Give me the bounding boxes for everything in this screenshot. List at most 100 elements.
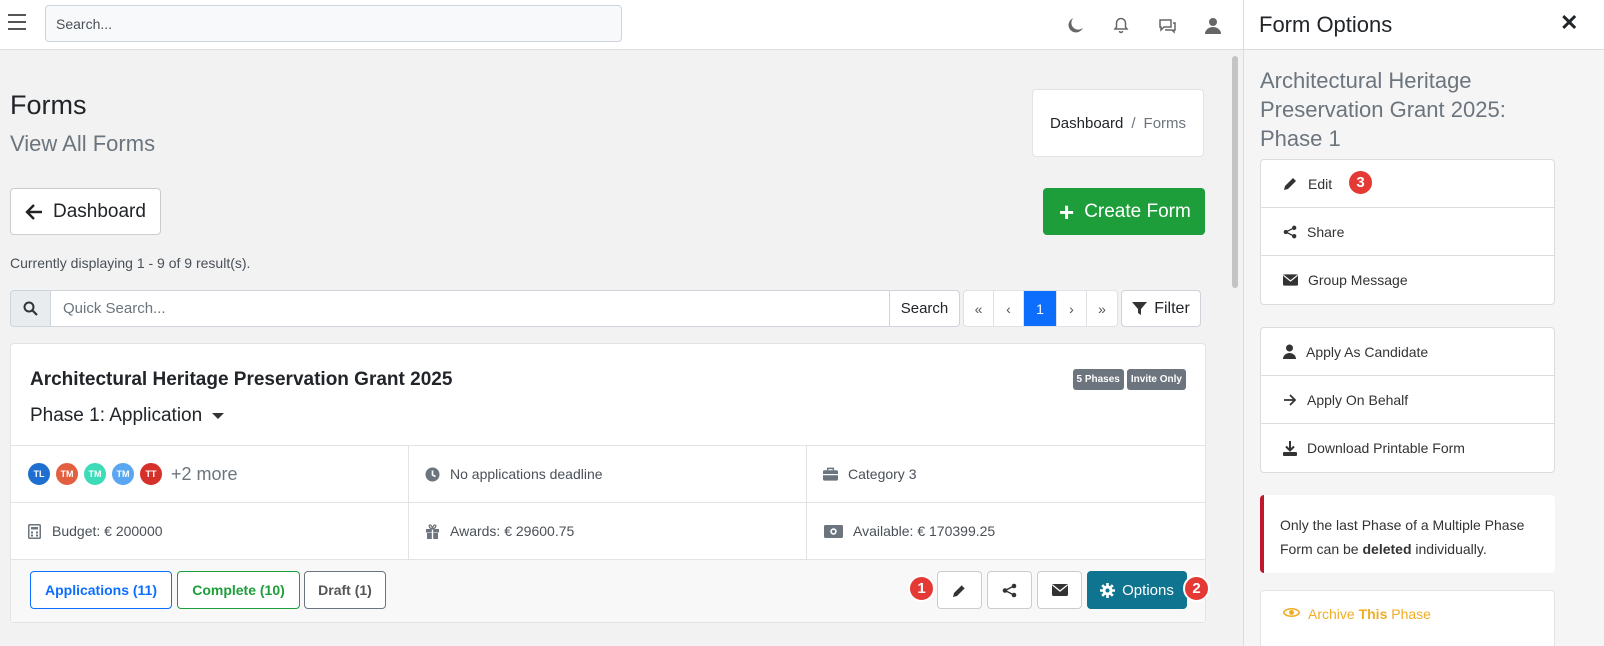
archive-label: Archive [1308,606,1359,622]
category-cell: Category 3 [807,446,1205,502]
top-bar [0,0,1243,50]
share-icon [1002,583,1017,597]
moon-icon[interactable] [1062,12,1088,38]
envelope-icon [1283,274,1298,286]
avatar[interactable]: TM [83,462,107,486]
available-text: Available: € 170399.25 [853,523,996,539]
download-icon [1283,440,1297,456]
user-icon [1283,344,1296,359]
briefcase-icon [823,467,838,481]
close-icon[interactable]: ✕ [1560,10,1578,36]
assignees-cell: TL TM TM TM TT +2 more [11,446,409,502]
deadline-text: No applications deadline [450,466,603,482]
budget-cell: Budget: € 200000 [11,503,409,559]
more-assignees[interactable]: +2 more [171,464,238,485]
eye-icon [1283,607,1300,618]
filter-button[interactable]: Filter [1121,290,1201,327]
page-subtitle: View All Forms [10,131,156,156]
edit-form-button[interactable] [937,571,982,609]
side-form-title: Architectural Heritage Preservation Gran… [1260,68,1506,151]
avatar[interactable]: TL [27,462,51,486]
options-label: Options [1122,581,1174,599]
search-button[interactable]: Search [890,290,960,327]
gear-icon [1100,582,1116,598]
apply-on-behalf-label: Apply On Behalf [1307,391,1409,408]
quick-search-input[interactable] [51,290,890,327]
pencil-icon [953,584,966,597]
back-to-dashboard-button[interactable]: Dashboard [10,188,161,235]
share-option[interactable]: Share [1261,208,1554,256]
awards-text: Awards: € 29600.75 [450,523,575,539]
draft-button[interactable]: Draft (1) [304,571,386,609]
phase-label: Phase 1: Application [30,405,203,426]
email-form-button[interactable] [1037,571,1082,609]
available-cell: Available: € 170399.25 [807,503,1205,559]
complete-button[interactable]: Complete (10) [177,571,300,609]
breadcrumb-home[interactable]: Dashboard [1050,115,1123,132]
avatar[interactable]: TM [111,462,135,486]
global-search-input[interactable] [45,5,622,42]
page-last[interactable]: » [1087,291,1117,326]
deadline-cell: No applications deadline [409,446,807,502]
breadcrumb-separator: / [1131,114,1136,132]
alert-bold-text: deleted [1362,541,1412,557]
step-marker-2: 2 [1183,575,1210,602]
page-first[interactable]: « [964,291,994,326]
edit-option-label: Edit [1308,175,1333,192]
arrow-left-icon [25,203,42,220]
search-icon [10,290,51,327]
page-title: Forms [10,90,87,120]
gift-icon [425,523,440,539]
page-next[interactable]: › [1057,291,1087,326]
filter-label: Filter [1154,299,1190,317]
page-prev[interactable]: ‹ [994,291,1024,326]
awards-cell: Awards: € 29600.75 [409,503,807,559]
back-button-label: Dashboard [53,200,146,222]
download-printable-form-label: Download Printable Form [1307,440,1465,456]
invite-only-badge: Invite Only [1126,369,1186,390]
step-marker-1: 1 [908,575,935,602]
stats-row: TL TM TM TM TT +2 more No applications d… [11,446,1205,503]
page-current[interactable]: 1 [1024,291,1057,326]
card-footer: Applications (11) Complete (10) Draft (1… [11,560,1205,622]
share-icon [1283,225,1297,238]
quick-search-group: Search [10,290,960,327]
result-count: Currently displaying 1 - 9 of 9 result(s… [10,255,251,271]
avatar[interactable]: TM [55,462,79,486]
phase-dropdown[interactable]: Phase 1: Application [30,405,225,427]
filter-icon [1132,302,1148,315]
archive-phase-button[interactable]: Archive This Phase [1260,590,1555,646]
user-icon[interactable] [1200,12,1226,38]
side-panel-title: Form Options [1259,12,1393,37]
share-form-button[interactable] [987,571,1032,609]
form-title: Architectural Heritage Preservation Gran… [30,369,453,390]
calculator-icon [27,523,42,539]
archive-bold-label: This [1358,606,1388,622]
top-icons [1062,12,1226,38]
bell-icon[interactable] [1108,12,1134,38]
menu-icon[interactable] [8,14,26,30]
chat-icon[interactable] [1154,12,1180,38]
form-actions-group: Edit 3 Share Group Message [1260,159,1555,305]
scrollbar[interactable] [1228,50,1242,646]
edit-option[interactable]: Edit 3 [1261,160,1554,208]
avatar-group: TL TM TM TM TT +2 more [27,462,238,486]
create-form-button[interactable]: + Create Form [1043,188,1205,235]
form-stats-grid: TL TM TM TM TT +2 more No applications d… [11,445,1205,560]
apply-as-candidate-label: Apply As Candidate [1306,343,1429,360]
side-panel-header: Form Options ✕ [1244,0,1604,50]
apply-as-candidate-option[interactable]: Apply As Candidate [1261,328,1554,376]
applications-button[interactable]: Applications (11) [30,571,172,609]
alert-text-end: individually. [1411,541,1487,557]
download-printable-form-option[interactable]: Download Printable Form [1261,424,1554,472]
form-options-panel: Form Options ✕ Architectural Heritage Pr… [1243,0,1604,646]
phases-badge: 5 Phases [1072,369,1124,390]
breadcrumb: Dashboard / Forms [1032,89,1204,157]
avatar[interactable]: TT [139,462,163,486]
group-message-label: Group Message [1308,272,1408,288]
options-button[interactable]: Options [1087,571,1187,609]
group-message-option[interactable]: Group Message [1261,256,1554,304]
scrollbar-thumb[interactable] [1232,56,1238,288]
apply-actions-group: Apply As Candidate Apply On Behalf Downl… [1260,327,1555,473]
apply-on-behalf-option[interactable]: Apply On Behalf [1261,376,1554,424]
